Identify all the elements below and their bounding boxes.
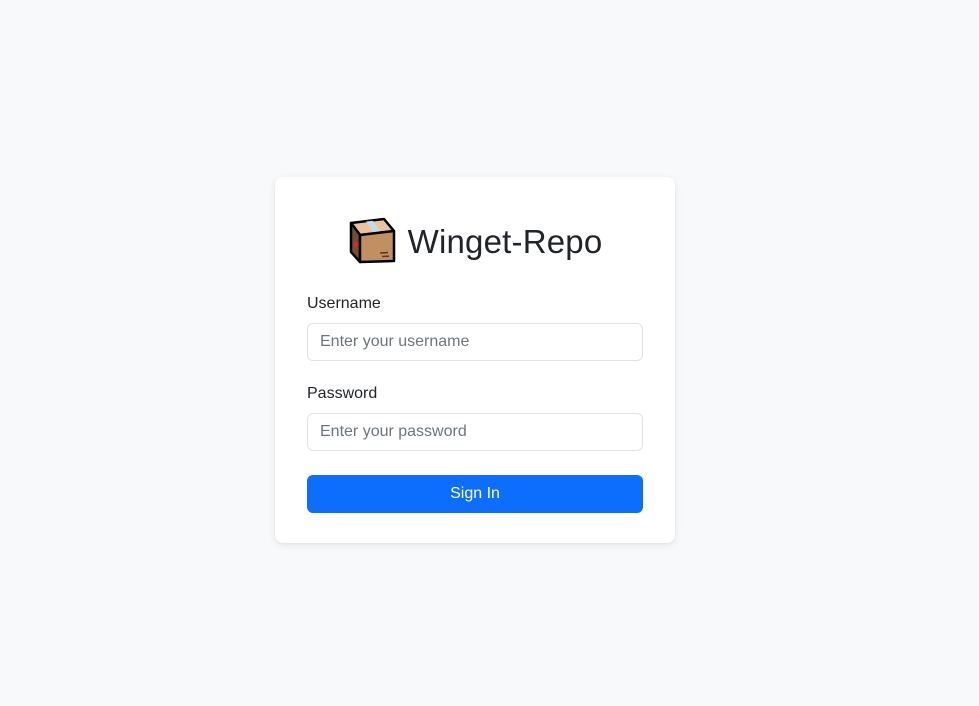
- password-label: Password: [307, 385, 378, 402]
- login-card: Winget-Repo Username Password Sign In: [275, 177, 675, 543]
- sign-in-button[interactable]: Sign In: [307, 475, 643, 513]
- username-label: Username: [307, 295, 381, 312]
- username-input[interactable]: [307, 323, 643, 361]
- username-field-group: Username: [307, 295, 643, 361]
- package-box-icon: [349, 217, 395, 264]
- app-title: Winget-Repo: [407, 222, 603, 260]
- password-input[interactable]: [307, 413, 643, 451]
- password-field-group: Password: [307, 385, 643, 451]
- brand-header: Winget-Repo: [307, 217, 643, 265]
